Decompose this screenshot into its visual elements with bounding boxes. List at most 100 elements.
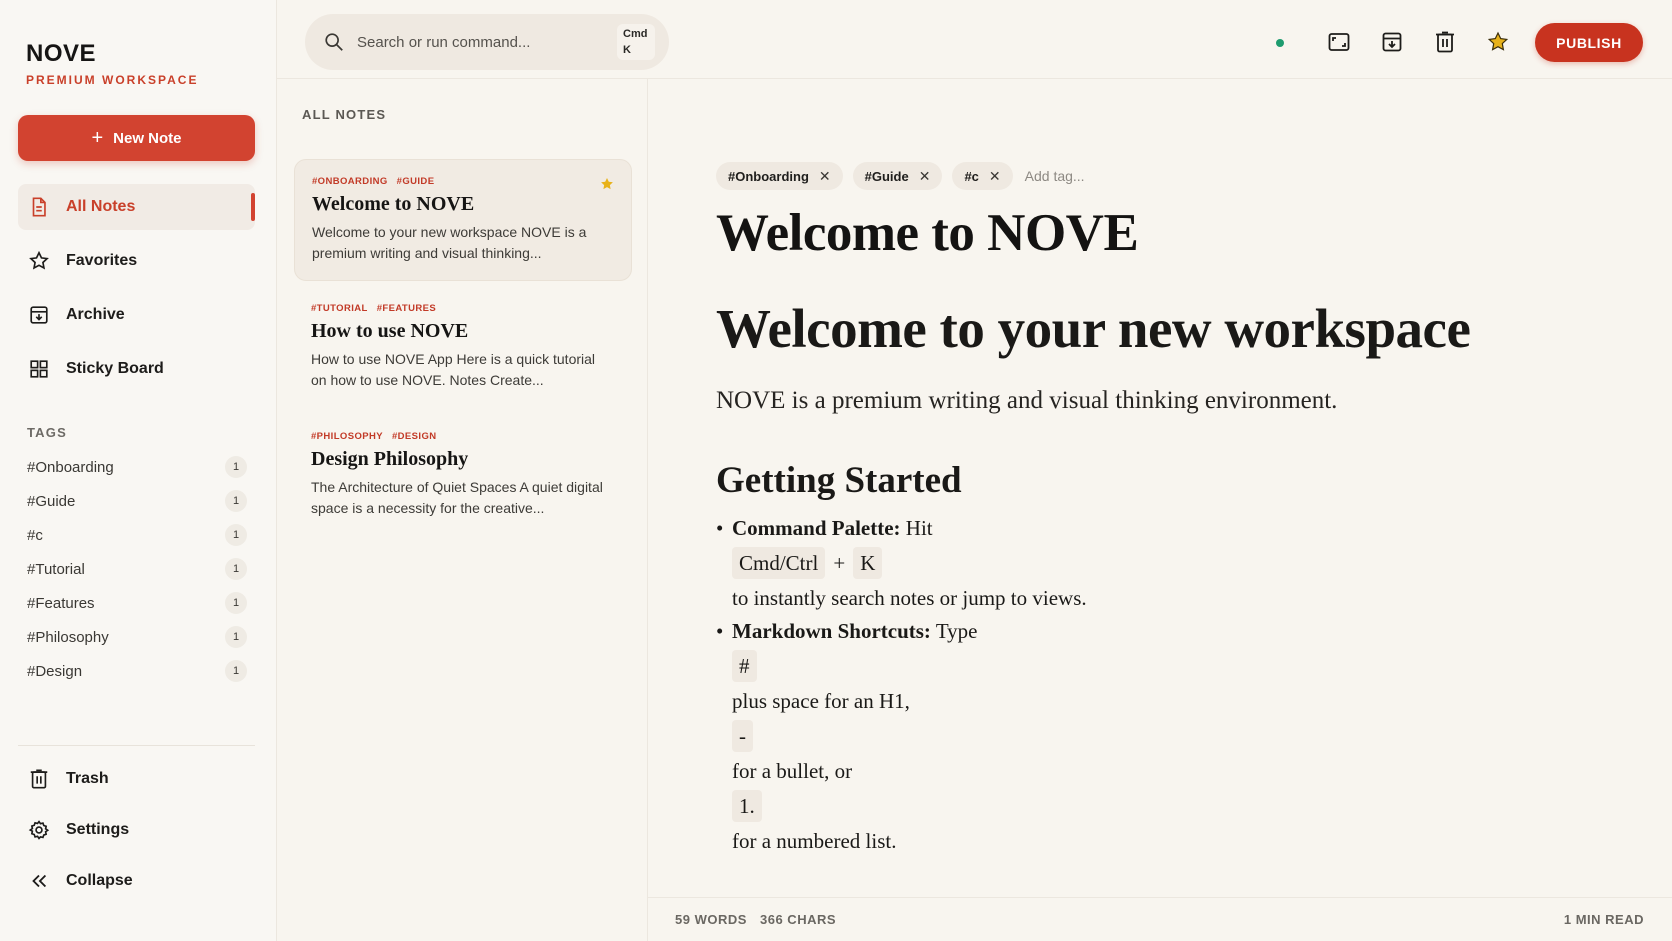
tag-item-features[interactable]: #Features 1	[27, 586, 247, 620]
note-body[interactable]: Welcome to your new workspace NOVE is a …	[716, 297, 1616, 854]
tag-name: #Design	[27, 662, 83, 680]
tag-name: #Tutorial	[27, 560, 85, 578]
code-row: -	[716, 720, 1616, 752]
tag-count-badge: 1	[225, 592, 247, 614]
add-tag-input[interactable]: Add tag...	[1025, 168, 1085, 184]
note-card[interactable]: #TUTORIAL #FEATURES How to use NOVE How …	[294, 287, 632, 409]
gear-icon	[28, 820, 50, 840]
star-outline-icon	[29, 250, 49, 270]
tag-list: #Onboarding 1 #Guide 1 #c 1 #Tutorial 1 #Fea…	[27, 450, 247, 688]
bullet-text: Hit	[905, 516, 933, 540]
list-item: Command Palette: Hit	[716, 516, 1616, 541]
chip-label: #c	[964, 168, 979, 184]
search-input[interactable]: Search or run command...	[357, 34, 602, 51]
nav-label: Archive	[66, 306, 125, 323]
trash-icon[interactable]	[1433, 30, 1457, 54]
bullet-text: to instantly search notes or jump to vie…	[732, 586, 1087, 610]
new-note-label: New Note	[113, 129, 182, 147]
note-card[interactable]: #PHILOSOPHY #DESIGN Design Philosophy Th…	[294, 415, 632, 537]
tag-item-design[interactable]: #Design 1	[27, 654, 247, 688]
star-icon[interactable]	[1486, 30, 1510, 54]
shortcut-row: Cmd/Ctrl + K	[716, 547, 1616, 579]
shortcut-hint: Cmd K	[617, 24, 655, 60]
brand: NOVE PREMIUM WORKSPACE	[26, 40, 198, 87]
note-card[interactable]: #ONBOARDING #GUIDE Welcome to NOVE Welco…	[294, 159, 632, 281]
note-title-field[interactable]: Welcome to NOVE	[716, 203, 1139, 263]
nav-label: Sticky Board	[66, 360, 164, 377]
nav-label: Collapse	[66, 872, 133, 889]
inline-code: K	[853, 547, 883, 579]
note-tag: #PHILOSOPHY	[311, 431, 383, 442]
favorite-star-icon	[601, 178, 613, 190]
word-count: 59 WORDS	[675, 912, 747, 927]
note-tags: #TUTORIAL #FEATURES	[311, 303, 615, 314]
nav-item-archive[interactable]: Archive	[18, 292, 255, 338]
tag-chip-c[interactable]: #c ✕	[952, 162, 1013, 190]
tag-item-c[interactable]: #c 1	[27, 518, 247, 552]
code-row: #	[716, 650, 1616, 682]
close-icon[interactable]: ✕	[819, 168, 831, 185]
code-row: 1.	[716, 790, 1616, 822]
note-tag: #GUIDE	[396, 176, 435, 187]
nav-item-collapse[interactable]: Collapse	[18, 858, 255, 904]
sidebar-divider	[18, 745, 255, 746]
archive-icon	[30, 306, 48, 324]
grid-icon	[30, 360, 48, 378]
bullet-bold: Command Palette:	[732, 516, 901, 540]
nav-item-favorites[interactable]: Favorites	[18, 238, 255, 284]
heading-1: Welcome to your new workspace	[716, 298, 1471, 359]
tag-name: #c	[27, 526, 43, 544]
tag-count-badge: 1	[225, 626, 247, 648]
note-snippet: Welcome to your new workspace NOVE is a …	[312, 224, 587, 261]
nav-item-trash[interactable]: Trash	[18, 756, 255, 802]
notes-list: ALL NOTES #ONBOARDING #GUIDE Welcome to …	[277, 79, 648, 941]
note-tag-chips: #Onboarding ✕ #Guide ✕ #c ✕ Add tag...	[716, 162, 1085, 190]
nav-item-settings[interactable]: Settings	[18, 807, 255, 853]
nav-item-all-notes[interactable]: All Notes	[18, 184, 255, 230]
brand-subtitle: PREMIUM WORKSPACE	[26, 73, 199, 87]
chip-label: #Guide	[864, 168, 909, 184]
focus-mode-icon[interactable]	[1327, 30, 1351, 54]
inline-code: 1.	[732, 790, 762, 822]
char-count: 366 CHARS	[760, 912, 837, 927]
plus-icon: +	[91, 127, 104, 149]
read-time: 1 MIN READ	[1563, 912, 1644, 927]
new-note-button[interactable]: + New Note	[18, 115, 255, 161]
note-snippet: The Architecture of Quiet Spaces A quiet…	[311, 479, 603, 516]
trash-icon	[30, 769, 48, 789]
publish-button[interactable]: PUBLISH	[1535, 23, 1643, 62]
tag-chip-onboarding[interactable]: #Onboarding ✕	[716, 162, 843, 190]
nav-item-sticky-board[interactable]: Sticky Board	[18, 346, 255, 392]
brand-name: NOVE	[26, 40, 97, 67]
list-title: ALL NOTES	[302, 107, 387, 122]
double-chevron-left-icon	[32, 874, 47, 888]
intro-paragraph: NOVE is a premium writing and visual thi…	[716, 387, 1338, 414]
bullet-text: for a bullet, or	[732, 759, 853, 783]
top-bar: Search or run command... Cmd K PUBLISH	[277, 0, 1672, 79]
tag-chip-guide[interactable]: #Guide ✕	[852, 162, 943, 190]
tag-count-badge: 1	[225, 456, 247, 478]
editor: #Onboarding ✕ #Guide ✕ #c ✕ Add tag... W…	[648, 79, 1672, 897]
tag-item-onboarding[interactable]: #Onboarding 1	[27, 450, 247, 484]
heading-2: Getting Started	[716, 460, 962, 501]
tag-name: #Philosophy	[27, 628, 109, 646]
plus-text: +	[833, 551, 846, 575]
bullet-text: Type	[935, 619, 978, 643]
tag-item-philosophy[interactable]: #Philosophy 1	[27, 620, 247, 654]
archive-icon[interactable]	[1380, 30, 1404, 54]
tag-count-badge: 1	[225, 490, 247, 512]
note-title: Design Philosophy	[311, 448, 469, 470]
main-nav: All Notes Favorites Archive Sticky Board	[18, 184, 255, 400]
sidebar: NOVE PREMIUM WORKSPACE + New Note All No…	[0, 0, 277, 941]
close-icon[interactable]: ✕	[989, 168, 1001, 185]
editor-status-bar: 59 WORDS 366 CHARS 1 MIN READ	[648, 897, 1672, 941]
nav-label: All Notes	[66, 198, 136, 215]
tag-count-badge: 1	[225, 558, 247, 580]
close-icon[interactable]: ✕	[919, 168, 931, 185]
search-bar[interactable]: Search or run command... Cmd K	[305, 14, 669, 70]
note-tag: #TUTORIAL	[311, 303, 368, 314]
tag-item-guide[interactable]: #Guide 1	[27, 484, 247, 518]
tag-item-tutorial[interactable]: #Tutorial 1	[27, 552, 247, 586]
inline-code: -	[732, 720, 753, 752]
tag-name: #Features	[27, 594, 95, 612]
